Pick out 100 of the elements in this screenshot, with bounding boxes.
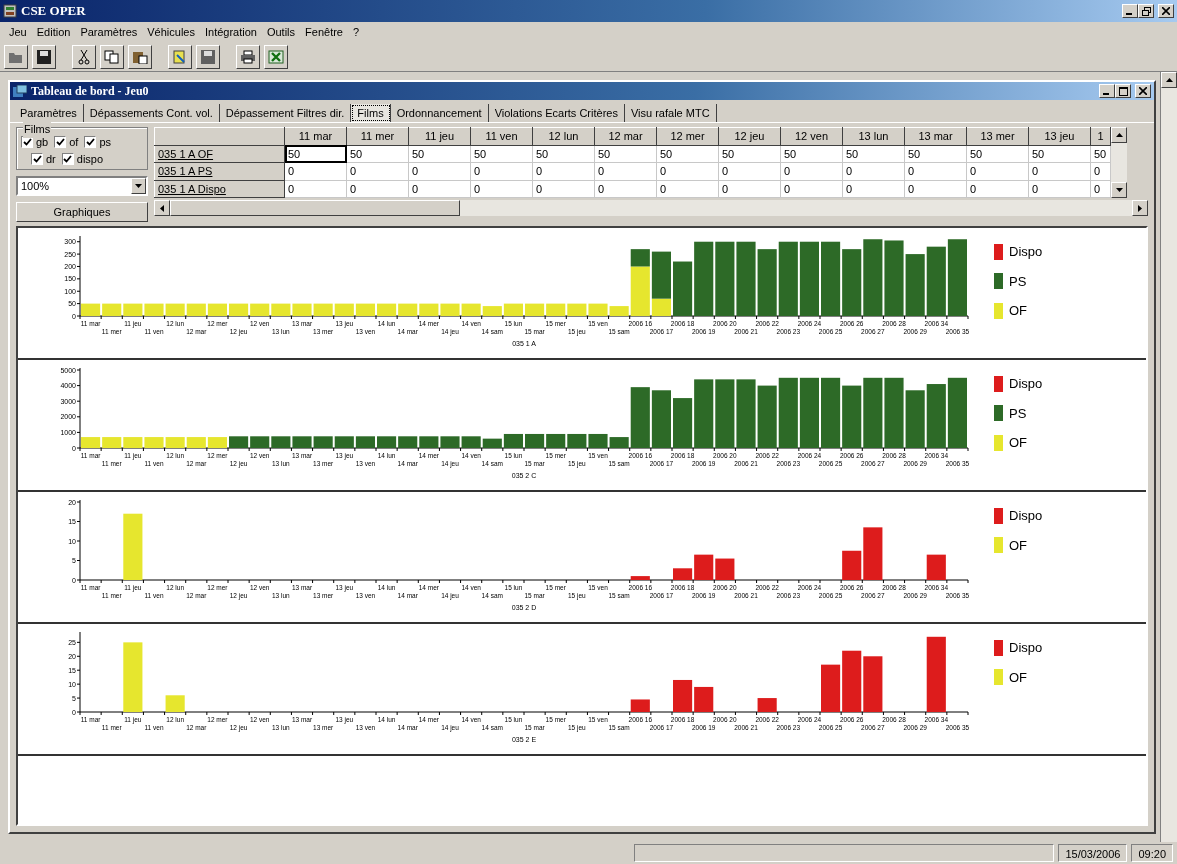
chart-bar <box>313 436 333 448</box>
tab[interactable]: Dépassements Cont. vol. <box>83 104 220 122</box>
scroll-up-button[interactable] <box>1161 72 1177 88</box>
zoom-dropdown[interactable]: 100% <box>16 176 148 196</box>
chart-bar <box>377 303 397 316</box>
toolbar-button[interactable] <box>168 44 192 69</box>
checkbox[interactable]: dr <box>31 150 56 167</box>
toolbar-button[interactable] <box>72 44 96 69</box>
chart-bar <box>461 303 481 316</box>
spreadsheet-icon <box>268 49 284 64</box>
chart-bar <box>651 390 671 448</box>
chart-bar <box>123 303 143 316</box>
chart-bar <box>821 377 841 448</box>
chart-bar <box>250 436 270 448</box>
toolbar-button[interactable] <box>196 44 220 69</box>
scroll-right-icon <box>1138 204 1142 212</box>
scissors-icon <box>78 48 90 65</box>
column-header[interactable]: 12 mer <box>656 127 719 145</box>
chart-bar <box>398 303 418 316</box>
column-header[interactable]: 12 mar <box>594 127 657 145</box>
minimize-button[interactable] <box>1099 84 1115 98</box>
scroll-up-button[interactable] <box>1111 127 1127 143</box>
column-header[interactable]: 13 jeu <box>1028 127 1091 145</box>
chart-bar <box>186 303 206 316</box>
chart-bar <box>715 558 735 580</box>
column-header[interactable]: 13 lun <box>842 127 905 145</box>
chart-bar <box>419 436 439 448</box>
menu-item[interactable]: Jeu <box>4 21 32 43</box>
scroll-right-button[interactable] <box>1132 200 1148 216</box>
chart-bar <box>271 436 291 448</box>
scroll-left-button[interactable] <box>154 200 170 216</box>
scroll-left-icon <box>160 204 164 212</box>
chart-bar <box>334 303 354 316</box>
menu-item[interactable]: ? <box>348 21 365 43</box>
checkbox[interactable]: ps <box>84 134 112 151</box>
menu-item[interactable]: Fenêtre <box>300 21 348 43</box>
minimize-button[interactable] <box>1122 4 1138 18</box>
chart-bar <box>271 303 291 316</box>
chart-bar <box>926 384 946 448</box>
column-header[interactable]: 13 mar <box>904 127 967 145</box>
maximize-button[interactable] <box>1115 84 1131 98</box>
toolbar-button[interactable] <box>236 44 260 69</box>
chart-bar <box>334 436 354 448</box>
chart-bar <box>440 436 460 448</box>
copy-icon <box>104 49 120 64</box>
menu-item[interactable]: Outils <box>261 21 301 43</box>
printer-icon <box>240 49 256 64</box>
tab[interactable]: Ordonnancement <box>390 104 489 122</box>
legend-label: OF <box>1009 302 1028 320</box>
scroll-up-icon <box>1115 133 1123 137</box>
scroll-down-button[interactable] <box>1111 182 1127 198</box>
close-button[interactable] <box>1158 4 1174 18</box>
legend-label: Dispo <box>1009 639 1043 657</box>
toolbar-button[interactable] <box>100 44 124 69</box>
menu-item[interactable]: Edition <box>31 21 76 43</box>
menu-item[interactable]: Paramètres <box>75 21 143 43</box>
maximize-icon <box>1118 86 1128 96</box>
column-header[interactable]: 12 ven <box>780 127 843 145</box>
restore-button[interactable] <box>1138 4 1154 18</box>
chart-bar <box>905 390 925 448</box>
column-header[interactable]: 12 lun <box>532 127 595 145</box>
toolbar-button[interactable] <box>4 44 28 69</box>
checkbox[interactable]: dispo <box>61 150 104 167</box>
column-header[interactable]: 1 <box>1090 127 1111 145</box>
toolbar-button[interactable] <box>128 44 152 69</box>
chart-bar <box>355 303 375 316</box>
column-header[interactable]: 11 mer <box>346 127 409 145</box>
toolbar-button[interactable] <box>264 44 288 69</box>
tab[interactable]: Violations Ecarts Critères <box>488 104 625 122</box>
checkbox[interactable]: of <box>54 134 79 151</box>
menu-item[interactable]: Intégration <box>199 21 262 43</box>
chart-bar <box>355 436 375 448</box>
legend-label: PS <box>1009 404 1027 423</box>
toolbar-button[interactable] <box>32 44 56 69</box>
close-button[interactable] <box>1135 84 1151 98</box>
graph-button[interactable]: Graphiques <box>16 202 148 222</box>
chart-bar <box>440 303 460 316</box>
column-header[interactable]: 11 jeu <box>408 127 471 145</box>
chart-bar <box>567 303 587 316</box>
chart-bar <box>292 436 312 448</box>
chart-bar <box>81 303 101 316</box>
menu-item[interactable]: Véhicules <box>142 21 200 43</box>
checkmark-icon <box>85 138 95 147</box>
chart-bar <box>165 437 185 448</box>
chart-bar <box>419 303 439 316</box>
tab[interactable]: Visu rafale MTC <box>624 104 717 122</box>
chart-bar <box>144 303 164 316</box>
column-header[interactable]: 12 jeu <box>718 127 781 145</box>
column-header[interactable]: 11 ven <box>470 127 533 145</box>
chart-bar <box>863 656 883 712</box>
chart-bar <box>250 303 270 316</box>
tab[interactable]: Films <box>351 104 391 122</box>
chart-bar <box>588 303 608 316</box>
column-header[interactable]: 11 mar <box>284 127 347 145</box>
grid-cell[interactable]: 50 <box>284 145 347 163</box>
scrollbar-thumb[interactable] <box>170 200 460 216</box>
chart-bar <box>673 679 693 712</box>
chart-bar <box>525 303 545 316</box>
chart-bar <box>377 436 397 448</box>
column-header[interactable]: 13 mer <box>966 127 1029 145</box>
